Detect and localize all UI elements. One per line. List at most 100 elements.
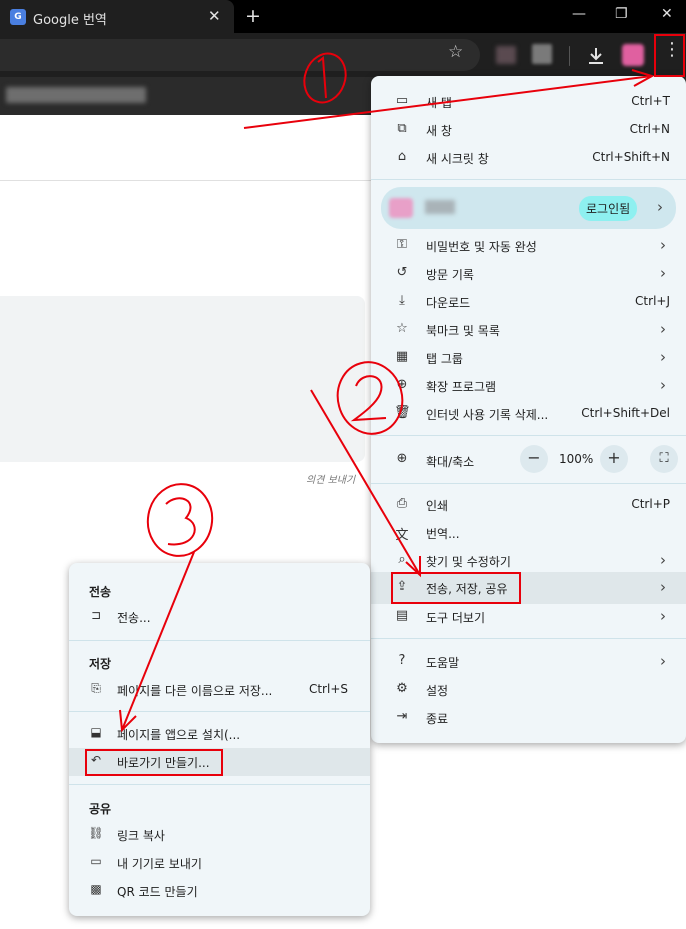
menu-item-label: 전송...	[117, 611, 151, 625]
menu-divider	[69, 640, 370, 641]
download-icon[interactable]	[586, 46, 606, 66]
menu-item-exit[interactable]: ⇥ 종료	[371, 704, 686, 732]
submenu-item-create-shortcut[interactable]: ↶ 바로가기 만들기...	[69, 748, 370, 776]
feedback-link[interactable]: 의견 보내기	[306, 471, 355, 486]
new-tab-button[interactable]: +	[245, 5, 261, 27]
menu-item-history[interactable]: ↺ 방문 기록 ›	[371, 260, 686, 288]
profile-row[interactable]: 로그인됨 ›	[381, 187, 676, 229]
menu-item-label: 새 창	[426, 124, 452, 138]
menu-item-more-tools[interactable]: ▤ 도구 더보기 ›	[371, 603, 686, 631]
browser-tab[interactable]: G Google 번역 ✕	[0, 0, 234, 33]
avatar[interactable]	[622, 44, 644, 66]
zoom-out-button[interactable]: −	[520, 445, 548, 473]
menu-item-new-tab[interactable]: ▭ 새 탭 Ctrl+T	[371, 88, 686, 116]
menu-item-tab-groups[interactable]: ▦ 탭 그룹 ›	[371, 344, 686, 372]
menu-item-extensions[interactable]: ⊕ 확장 프로그램 ›	[371, 372, 686, 400]
cast-section-header: 전송	[89, 585, 112, 599]
submenu-item-qr-code[interactable]: ▩ QR 코드 만들기	[69, 877, 370, 905]
menu-item-label: 바로가기 만들기...	[117, 756, 210, 770]
menu-item-shortcut: Ctrl+P	[631, 497, 670, 511]
menu-item-print[interactable]: ⎙ 인쇄 Ctrl+P	[371, 491, 686, 519]
zoom-in-button[interactable]: +	[600, 445, 628, 473]
download-icon: ⤓	[399, 293, 405, 308]
window-close-button[interactable]: ✕	[661, 6, 673, 22]
trash-icon: 🗑	[394, 405, 411, 420]
menu-item-passwords[interactable]: ⚿ 비밀번호 및 자동 완성 ›	[371, 232, 686, 260]
submenu-item-install-app[interactable]: ⬓ 페이지를 앱으로 설치(...	[69, 720, 370, 748]
menu-item-cast-save-share[interactable]: ⇪ 전송, 저장, 공유 ›	[371, 574, 686, 602]
fullscreen-button[interactable]: ⛶	[650, 445, 678, 473]
menu-item-label: 확장 프로그램	[426, 380, 497, 394]
new-window-icon: ⧉	[397, 121, 407, 136]
save-section-header: 저장	[89, 657, 112, 671]
submenu-item-copy-link[interactable]: ⛓ 링크 복사	[69, 821, 370, 849]
tab-title: Google 번역	[33, 13, 107, 28]
save-page-icon: ⎘	[91, 681, 101, 695]
avatar	[389, 198, 413, 218]
chrome-main-menu: ▭ 새 탭 Ctrl+T ⧉ 새 창 Ctrl+N ⌂ 새 시크릿 창 Ctrl…	[371, 76, 686, 743]
cast-icon: ⊐	[90, 608, 102, 622]
menu-item-new-window[interactable]: ⧉ 새 창 Ctrl+N	[371, 116, 686, 144]
menu-item-label: 종료	[426, 712, 449, 726]
menu-item-clear-history[interactable]: 🗑 인터넷 사용 기록 삭제... Ctrl+Shift+Del	[371, 400, 686, 428]
bookmark-star-icon[interactable]: ☆	[448, 42, 463, 62]
extension-icon[interactable]	[496, 46, 516, 64]
menu-item-shortcut: Ctrl+S	[308, 682, 348, 696]
browser-toolbar: ☆	[0, 33, 686, 77]
signed-in-badge: 로그인됨	[579, 196, 638, 221]
submenu-item-cast[interactable]: ⊐ 전송...	[69, 603, 370, 631]
translate-icon: 文	[395, 528, 409, 543]
chevron-right-icon: ›	[660, 607, 666, 625]
chevron-right-icon: ›	[660, 578, 666, 596]
chevron-right-icon: ›	[660, 236, 666, 254]
chevron-right-icon: ›	[660, 376, 666, 394]
menu-item-incognito[interactable]: ⌂ 새 시크릿 창 Ctrl+Shift+N	[371, 144, 686, 172]
print-icon: ⎙	[396, 496, 408, 511]
key-icon: ⚿	[397, 237, 407, 252]
more-vert-icon[interactable]: ⋮	[663, 41, 681, 59]
link-icon: ⛓	[88, 826, 104, 840]
menu-divider	[69, 711, 370, 712]
menu-item-label: 찾기 및 수정하기	[426, 555, 511, 569]
zoom-icon: ⊕	[396, 451, 408, 466]
cast-save-share-submenu: 전송 ⊐ 전송... 저장 ⎘ 페이지를 다른 이름으로 저장... Ctrl+…	[69, 563, 370, 916]
menu-item-settings[interactable]: ⚙ 설정	[371, 676, 686, 704]
chevron-right-icon: ›	[660, 551, 666, 569]
menu-item-label: 도구 더보기	[426, 611, 486, 625]
find-icon: ⌕	[398, 552, 406, 567]
menu-item-label: 번역...	[426, 527, 460, 541]
close-icon[interactable]: ✕	[208, 7, 221, 25]
submenu-item-send-to-devices[interactable]: ▭ 내 기기로 보내기	[69, 849, 370, 877]
new-tab-icon: ▭	[395, 93, 409, 108]
extension-icon[interactable]	[532, 44, 552, 64]
bookmark-item[interactable]	[6, 87, 146, 103]
menu-item-find-edit[interactable]: ⌕ 찾기 및 수정하기 ›	[371, 547, 686, 575]
menu-item-bookmarks[interactable]: ☆ 북마크 및 목록 ›	[371, 316, 686, 344]
address-bar[interactable]	[0, 39, 480, 71]
tab-groups-icon: ▦	[395, 349, 409, 364]
zoom-level: 100%	[559, 452, 594, 466]
menu-item-label: 설정	[426, 684, 449, 698]
menu-item-label: 북마크 및 목록	[426, 324, 500, 338]
submenu-item-save-page[interactable]: ⎘ 페이지를 다른 이름으로 저장... Ctrl+S	[69, 676, 370, 704]
menu-item-label: 페이지를 다른 이름으로 저장...	[117, 684, 273, 698]
menu-item-translate[interactable]: 文 번역...	[371, 519, 686, 547]
help-icon: ?	[398, 653, 406, 668]
menu-divider	[371, 638, 686, 639]
menu-item-label: QR 코드 만들기	[117, 885, 198, 899]
history-icon: ↺	[396, 265, 408, 280]
menu-item-downloads[interactable]: ⤓ 다운로드 Ctrl+J	[371, 288, 686, 316]
menu-item-label: 페이지를 앱으로 설치(...	[117, 728, 241, 742]
menu-item-shortcut: Ctrl+J	[635, 294, 670, 308]
minimize-button[interactable]: —	[572, 6, 586, 22]
menu-item-help[interactable]: ? 도움말 ›	[371, 648, 686, 676]
menu-item-label: 인쇄	[426, 499, 449, 513]
toolbox-icon: ▤	[395, 608, 409, 623]
menu-item-shortcut: Ctrl+Shift+N	[592, 150, 670, 164]
menu-item-label: 다운로드	[426, 296, 471, 310]
chevron-right-icon: ›	[660, 652, 666, 670]
extensions-icon: ⊕	[396, 377, 408, 392]
install-app-icon: ⬓	[90, 725, 102, 739]
menu-item-label: 새 탭	[426, 96, 452, 110]
restore-button[interactable]: ❐	[615, 6, 628, 22]
